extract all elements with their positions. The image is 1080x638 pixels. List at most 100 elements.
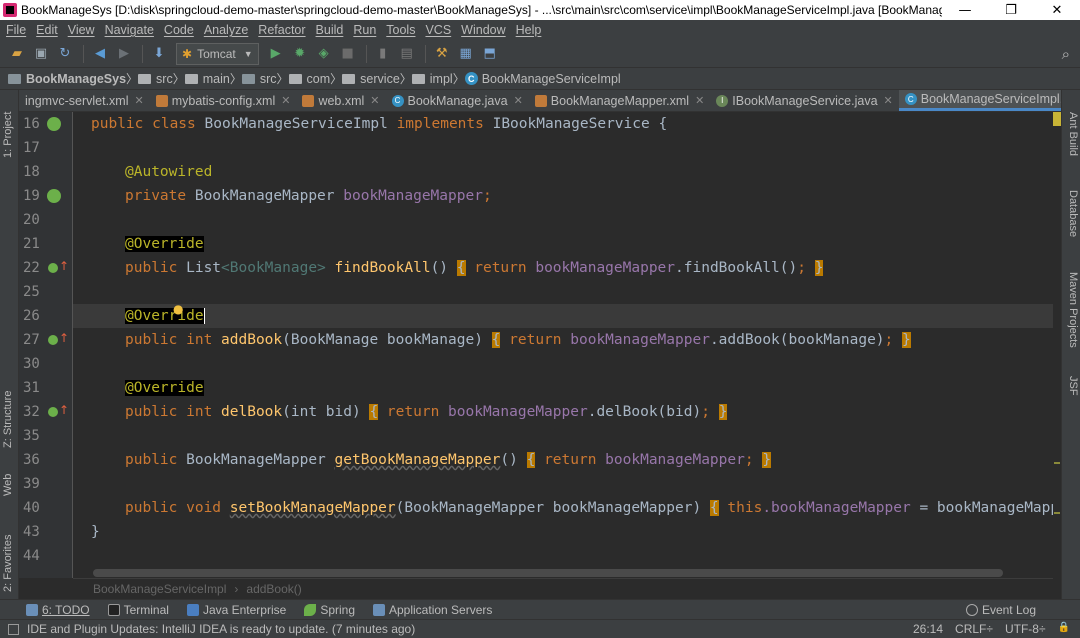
sdk-icon[interactable]: ⬒: [479, 43, 501, 65]
menu-code[interactable]: Code: [164, 23, 194, 37]
menu-file[interactable]: File: [6, 23, 26, 37]
terminal-tool-button[interactable]: Terminal: [107, 603, 169, 617]
crumb-project[interactable]: BookManageSys: [8, 72, 126, 86]
arrow-up-icon: ↑: [59, 331, 70, 345]
tool-windows-toggle-icon[interactable]: [8, 623, 19, 635]
jsf-tool-tab[interactable]: JSF: [1067, 376, 1079, 396]
horizontal-scrollbar[interactable]: [93, 569, 1003, 577]
web-tool-tab[interactable]: Web: [2, 474, 14, 496]
close-tab-icon[interactable]: ✕: [514, 94, 523, 107]
menu-window[interactable]: Window: [461, 23, 505, 37]
tab-bookmanagemapper-xml[interactable]: BookManageMapper.xml ✕: [529, 90, 711, 111]
crumb-main[interactable]: main: [184, 72, 230, 86]
close-tab-icon[interactable]: ✕: [884, 94, 893, 107]
close-tab-icon[interactable]: ✕: [370, 94, 379, 107]
back-icon[interactable]: ◀: [89, 43, 111, 65]
implements-method-icon[interactable]: [48, 407, 58, 417]
project-structure-icon[interactable]: ▦: [455, 43, 477, 65]
file-encoding[interactable]: UTF-8÷: [1005, 622, 1046, 636]
ant-build-tool-tab[interactable]: Ant Build: [1067, 112, 1079, 156]
folded-region[interactable]: {: [369, 404, 379, 420]
java-enterprise-tool-button[interactable]: Java Enterprise: [186, 603, 286, 617]
folded-region[interactable]: }: [718, 404, 728, 420]
lightbulb-icon[interactable]: ●: [173, 302, 183, 316]
menu-run[interactable]: Run: [353, 23, 376, 37]
vertical-scrollbar[interactable]: [1053, 112, 1061, 578]
menu-refactor[interactable]: Refactor: [258, 23, 305, 37]
project-tool-tab[interactable]: 1: Project: [2, 112, 14, 158]
caret-position[interactable]: 26:14: [913, 622, 943, 636]
lock-icon[interactable]: 🔒: [1058, 622, 1070, 636]
folded-region[interactable]: {: [491, 332, 501, 348]
crumb-impl[interactable]: impl: [411, 72, 453, 86]
run-config-selector[interactable]: ✱ Tomcat ▼: [176, 42, 259, 65]
error-stripe-mark[interactable]: [1054, 462, 1060, 464]
implements-method-icon[interactable]: [48, 335, 58, 345]
event-log-tool-button[interactable]: Event Log: [965, 603, 1036, 617]
code-editor[interactable]: public class BookManageServiceImpl imple…: [73, 112, 1053, 578]
menu-vcs[interactable]: VCS: [425, 23, 451, 37]
crumb-class[interactable]: C BookManageServiceImpl: [464, 72, 621, 86]
breadcrumb-method[interactable]: addBook(): [246, 582, 301, 596]
spring-tool-button[interactable]: Spring: [304, 603, 355, 617]
close-button[interactable]: ✕: [1034, 3, 1080, 18]
stop-icon[interactable]: ■: [337, 43, 359, 65]
close-tab-icon[interactable]: ✕: [281, 94, 290, 107]
crumb-src-root[interactable]: src: [241, 72, 277, 86]
spring-bean-icon[interactable]: [47, 117, 61, 131]
favorites-tool-tab[interactable]: 2: Favorites: [2, 535, 14, 592]
todo-tool-button[interactable]: 6: TODO: [26, 603, 90, 617]
run-icon[interactable]: ▶: [265, 43, 287, 65]
menu-build[interactable]: Build: [316, 23, 344, 37]
status-message[interactable]: IDE and Plugin Updates: IntelliJ IDEA is…: [27, 622, 415, 636]
folded-region[interactable]: }: [762, 452, 772, 468]
crumb-src[interactable]: src: [138, 72, 173, 86]
minimize-button[interactable]: —: [942, 3, 988, 18]
tab-mybatis-config[interactable]: mybatis-config.xml ✕: [150, 90, 297, 111]
debug-icon[interactable]: ✹: [289, 43, 311, 65]
crumb-service[interactable]: service: [342, 72, 400, 86]
autowired-navigation-icon[interactable]: [47, 189, 61, 203]
menu-tools[interactable]: Tools: [386, 23, 415, 37]
maximize-button[interactable]: ❐: [988, 3, 1034, 18]
coverage-icon[interactable]: ◈: [313, 43, 335, 65]
menu-navigate[interactable]: Navigate: [105, 23, 154, 37]
close-tab-icon[interactable]: ✕: [135, 94, 144, 107]
folded-region[interactable]: {: [709, 500, 719, 516]
build-icon[interactable]: ⬇: [148, 43, 170, 65]
save-icon[interactable]: ▣: [30, 43, 52, 65]
open-folder-icon[interactable]: ▰: [6, 43, 28, 65]
folded-region[interactable]: {: [526, 452, 536, 468]
menu-help[interactable]: Help: [516, 23, 542, 37]
implements-method-icon[interactable]: [48, 263, 58, 273]
line-separator[interactable]: CRLF÷: [955, 622, 993, 636]
tab-ibookmanageservice[interactable]: I IBookManageService.java ✕: [710, 90, 898, 111]
inspection-status-indicator[interactable]: [1053, 112, 1061, 126]
tab-bookmanage-java[interactable]: C BookManage.java ✕: [386, 90, 529, 111]
tab-bookmanageserviceimpl[interactable]: CBookManageServiceImpl.java✕: [898, 90, 1061, 111]
tab-springmvc-servlet[interactable]: ingmvc-servlet.xml ✕: [19, 90, 150, 111]
forward-icon[interactable]: ▶: [113, 43, 135, 65]
maven-tool-tab[interactable]: Maven Projects: [1067, 272, 1079, 348]
crumb-com[interactable]: com: [288, 72, 330, 86]
vcs-icon[interactable]: ▤: [396, 43, 418, 65]
menu-analyze[interactable]: Analyze: [204, 23, 248, 37]
search-everywhere-icon[interactable]: ⌕: [1062, 45, 1070, 63]
folded-region[interactable]: }: [814, 260, 824, 276]
breadcrumb-class[interactable]: BookManageServiceImpl: [93, 582, 226, 596]
arrow-up-icon: ↑: [59, 259, 70, 273]
application-servers-tool-button[interactable]: Application Servers: [373, 603, 492, 617]
update-app-icon[interactable]: ▮: [372, 43, 394, 65]
sync-icon[interactable]: ↻: [54, 43, 76, 65]
folded-region[interactable]: {: [456, 260, 466, 276]
tab-web-xml[interactable]: web.xml ✕: [296, 90, 385, 111]
database-tool-tab[interactable]: Database: [1067, 190, 1079, 237]
folded-region[interactable]: }: [902, 332, 911, 348]
structure-tool-tab[interactable]: Z: Structure: [2, 391, 14, 448]
menu-view[interactable]: View: [68, 23, 95, 37]
menu-edit[interactable]: Edit: [36, 23, 58, 37]
close-tab-icon[interactable]: ✕: [695, 94, 704, 107]
error-stripe-mark[interactable]: [1054, 512, 1060, 514]
line-number: 30: [23, 356, 40, 372]
settings-icon[interactable]: ⚒: [431, 43, 453, 65]
